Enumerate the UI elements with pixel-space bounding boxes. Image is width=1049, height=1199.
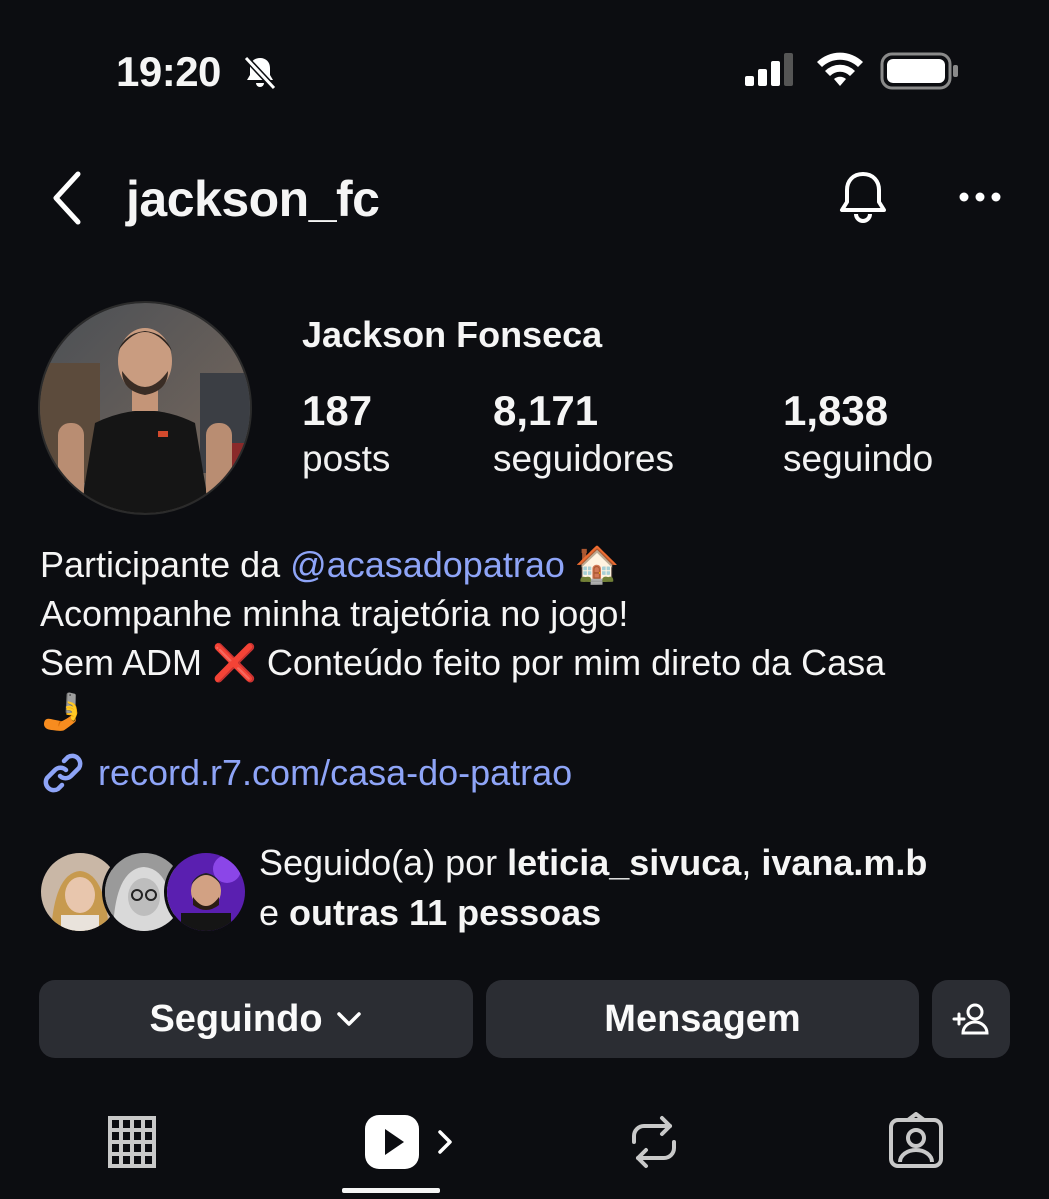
profile-full-name: Jackson Fonseca xyxy=(302,314,603,355)
stat-following[interactable]: 1,838 seguindo xyxy=(783,388,933,484)
bio-text: Conteúdo feito por mim direto da Casa xyxy=(256,642,886,683)
mutual-others: outras 11 pessoas xyxy=(289,892,602,933)
stat-followers[interactable]: 8,171 seguidores xyxy=(493,388,674,484)
bio-text: Participante da xyxy=(40,544,291,585)
grid-icon[interactable] xyxy=(102,1112,162,1172)
followed-by-prefix: Seguido(a) por xyxy=(259,842,508,883)
mutual-user-2: ivana.m.b xyxy=(761,842,928,883)
active-tab-indicator xyxy=(342,1188,440,1193)
followed-by-conj: e xyxy=(259,892,290,933)
status-time: 19:20 xyxy=(116,48,221,95)
mutual-avatar[interactable] xyxy=(164,850,248,934)
bio-text: Sem ADM xyxy=(40,642,213,683)
followers-count: 8,171 xyxy=(493,387,599,434)
message-button-label: Mensagem xyxy=(604,997,801,1040)
bio-line-1: Participante da @acasadopatrao 🏠 xyxy=(40,540,1010,589)
stat-posts[interactable]: 187 posts xyxy=(302,388,390,484)
chevron-left-icon[interactable] xyxy=(48,170,88,226)
cross-mark-emoji: ❌ xyxy=(212,642,257,683)
bell-icon[interactable] xyxy=(833,168,893,228)
followers-label: seguidores xyxy=(493,438,675,479)
tagged-icon[interactable] xyxy=(886,1112,946,1172)
repost-icon[interactable] xyxy=(624,1112,684,1172)
following-count: 1,838 xyxy=(783,387,889,434)
mutual-user-1: leticia_sivuca xyxy=(507,842,742,883)
chevron-right-icon[interactable] xyxy=(434,1126,456,1158)
selfie-emoji: 🤳 xyxy=(40,691,85,732)
following-button-label: Seguindo xyxy=(149,997,323,1040)
battery-icon xyxy=(880,52,958,90)
bell-slash-icon xyxy=(243,55,277,91)
bio-mention-link[interactable]: @acasadopatrao xyxy=(290,544,565,585)
chevron-down-icon xyxy=(336,1012,361,1026)
bio-line-3: Sem ADM ❌ Conteúdo feito por mim direto … xyxy=(40,638,1010,687)
posts-count: 187 xyxy=(302,387,373,434)
following-label: seguindo xyxy=(783,438,934,479)
profile-avatar[interactable] xyxy=(38,301,252,515)
suggested-users-button[interactable] xyxy=(932,980,1010,1058)
message-button[interactable]: Mensagem xyxy=(486,980,919,1058)
reels-icon[interactable] xyxy=(362,1112,422,1172)
bio-external-link[interactable]: record.r7.com/casa-do-patrao xyxy=(40,748,572,798)
signal-icon xyxy=(745,53,793,86)
link-text[interactable]: record.r7.com/casa-do-patrao xyxy=(98,752,572,794)
following-button[interactable]: Seguindo xyxy=(39,980,473,1058)
link-icon xyxy=(43,753,83,793)
profile-bio: Participante da @acasadopatrao 🏠 Acompan… xyxy=(40,540,1010,736)
followed-by-text[interactable]: Seguido(a) por leticia_sivuca, ivana.m.b… xyxy=(259,838,1019,938)
house-emoji: 🏠 xyxy=(574,544,620,585)
profile-username: jackson_fc xyxy=(126,171,380,227)
bio-line-2: Acompanhe minha trajetória no jogo! xyxy=(40,593,629,634)
ellipsis-icon[interactable] xyxy=(955,182,1005,212)
add-person-icon xyxy=(952,1003,989,1035)
followed-by-separator: , xyxy=(741,842,762,883)
wifi-icon xyxy=(817,52,863,86)
posts-label: posts xyxy=(302,438,391,479)
